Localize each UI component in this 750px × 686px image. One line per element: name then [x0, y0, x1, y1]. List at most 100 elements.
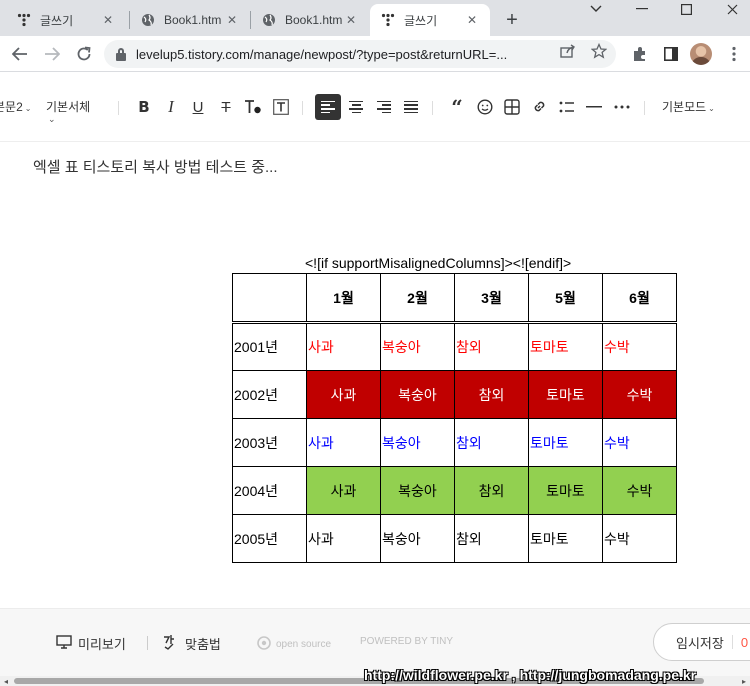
address-bar[interactable]: levelup5.tistory.com/manage/newpost/?typ… — [104, 40, 616, 68]
underline-icon[interactable]: U — [187, 96, 209, 118]
close-icon[interactable]: ✕ — [464, 12, 480, 28]
globe-icon — [261, 12, 277, 28]
header-cell[interactable]: 1월 — [306, 273, 381, 324]
quote-icon[interactable]: “ — [446, 95, 468, 119]
maximize-icon[interactable] — [666, 0, 706, 18]
chevron-down-icon: ⌄ — [24, 104, 32, 113]
close-icon[interactable]: ✕ — [224, 12, 240, 28]
align-justify-icon[interactable] — [400, 96, 422, 118]
share-icon[interactable] — [558, 41, 578, 61]
table-cell[interactable]: 복숭아 — [380, 370, 455, 419]
horizontal-rule-icon[interactable] — [583, 96, 605, 118]
emoji-icon[interactable] — [474, 96, 496, 118]
mode-dropdown[interactable]: 기본모드 ⌄ — [662, 98, 715, 115]
strikethrough-icon[interactable]: T — [215, 96, 237, 118]
align-center-icon[interactable] — [345, 96, 367, 118]
more-menu-icon[interactable] — [722, 42, 746, 66]
header-cell[interactable]: 2월 — [380, 273, 455, 324]
table-cell[interactable]: 사과 — [306, 370, 381, 419]
table-icon[interactable] — [501, 96, 523, 118]
table-cell[interactable]: 수박 — [602, 418, 677, 467]
spellcheck-button[interactable]: 맞춤법 — [163, 634, 221, 653]
excel-table[interactable]: 1월 2월 3월 5월 6월 2001년 사과 복숭아 참외 토마토 수박 20… — [232, 273, 677, 563]
forward-arrow-icon[interactable] — [40, 42, 64, 66]
conditional-comment-text[interactable]: <![if supportMisalignedColumns]><![endif… — [305, 255, 571, 271]
close-icon[interactable]: ✕ — [343, 12, 359, 28]
table-cell[interactable]: 수박 — [602, 466, 677, 515]
bullet-list-icon[interactable] — [556, 96, 578, 118]
scroll-left-arrow-icon[interactable]: ◂ — [0, 676, 12, 686]
text-color-icon[interactable] — [242, 96, 264, 118]
table-cell[interactable]: 토마토 — [528, 322, 603, 371]
side-panel-icon[interactable] — [659, 42, 683, 66]
table-cell[interactable]: 복숭아 — [380, 466, 455, 515]
align-right-icon[interactable] — [373, 96, 395, 118]
font-dropdown[interactable]: 기본서체 ⌄ — [46, 98, 90, 124]
table-cell[interactable]: 복숭아 — [380, 514, 455, 563]
italic-icon[interactable]: I — [160, 96, 182, 118]
year-cell[interactable]: 2001년 — [232, 322, 307, 371]
header-cell[interactable]: 5월 — [528, 273, 603, 324]
table-cell[interactable]: 수박 — [602, 514, 677, 563]
lock-icon[interactable] — [114, 47, 128, 61]
intro-paragraph[interactable]: 엑셀 표 티스토리 복사 방법 테스트 중... — [33, 156, 278, 177]
reload-icon[interactable] — [72, 42, 96, 66]
table-cell[interactable]: 토마토 — [528, 514, 603, 563]
editor-footer: 미리보기 맞춤법 open source POWERED BY TINY 임시저… — [0, 608, 750, 676]
bookmark-star-icon[interactable] — [589, 41, 609, 61]
link-icon[interactable] — [528, 96, 550, 118]
extensions-icon[interactable] — [628, 42, 652, 66]
year-cell[interactable]: 2003년 — [232, 418, 307, 467]
close-icon[interactable]: ✕ — [100, 12, 116, 28]
tab-book1-2[interactable]: Book1.htm ✕ — [251, 4, 369, 36]
open-source-icon — [257, 636, 271, 653]
more-options-icon[interactable] — [611, 96, 633, 118]
tab-book1-1[interactable]: Book1.htm ✕ — [130, 4, 250, 36]
spellcheck-label: 맞춤법 — [185, 637, 221, 652]
year-cell[interactable]: 2005년 — [232, 514, 307, 563]
table-cell[interactable]: 참외 — [454, 514, 529, 563]
temp-save-button[interactable]: 임시저장 0 — [653, 623, 750, 661]
table-cell[interactable]: 참외 — [454, 466, 529, 515]
profile-avatar[interactable] — [690, 43, 712, 65]
table-cell[interactable]: 참외 — [454, 370, 529, 419]
powered-by-label: POWERED BY TINY — [360, 636, 453, 647]
text-background-icon[interactable] — [270, 96, 292, 118]
table-cell[interactable]: 토마토 — [528, 370, 603, 419]
editor-content[interactable]: 엑셀 표 티스토리 복사 방법 테스트 중... <![if supportMi… — [0, 142, 750, 608]
back-arrow-icon[interactable] — [8, 42, 32, 66]
powered-by-tiny[interactable]: POWERED BY TINY — [360, 636, 453, 647]
editor-toolbar: 본문2⌄ 기본서체 ⌄ B I U T “ — [0, 72, 750, 142]
table-cell[interactable]: 참외 — [454, 418, 529, 467]
table-cell[interactable]: 참외 — [454, 322, 529, 371]
preview-button[interactable]: 미리보기 — [56, 634, 126, 653]
bold-icon[interactable]: B — [133, 96, 155, 118]
heading-dropdown[interactable]: 본문2⌄ — [0, 98, 31, 115]
scroll-right-arrow-icon[interactable]: ▸ — [738, 676, 750, 686]
table-cell[interactable]: 복숭아 — [380, 418, 455, 467]
table-cell[interactable]: 수박 — [602, 322, 677, 371]
table-cell[interactable]: 복숭아 — [380, 322, 455, 371]
new-tab-button[interactable]: + — [500, 8, 524, 32]
table-cell[interactable]: 사과 — [306, 418, 381, 467]
table-cell[interactable]: 사과 — [306, 466, 381, 515]
minimize-icon[interactable] — [622, 0, 662, 18]
table-cell[interactable]: 토마토 — [528, 466, 603, 515]
table-cell[interactable]: 사과 — [306, 514, 381, 563]
tab-write-1[interactable]: 글쓰기 ✕ — [6, 4, 126, 36]
tab-write-active[interactable]: 글쓰기 ✕ — [370, 4, 490, 36]
url-text[interactable]: levelup5.tistory.com/manage/newpost/?typ… — [136, 47, 507, 62]
table-cell[interactable]: 수박 — [602, 370, 677, 419]
align-left-icon[interactable] — [315, 94, 341, 120]
header-cell[interactable] — [232, 273, 307, 324]
table-cell[interactable]: 토마토 — [528, 418, 603, 467]
header-cell[interactable]: 3월 — [454, 273, 529, 324]
tab-search-chevron-icon[interactable] — [576, 0, 616, 18]
tab-label: Book1.htm — [164, 13, 222, 27]
table-cell[interactable]: 사과 — [306, 322, 381, 371]
open-source-link[interactable]: open source — [257, 636, 331, 653]
header-cell[interactable]: 6월 — [602, 273, 677, 324]
year-cell[interactable]: 2004년 — [232, 466, 307, 515]
close-window-icon[interactable] — [712, 0, 750, 18]
year-cell[interactable]: 2002년 — [232, 370, 307, 419]
